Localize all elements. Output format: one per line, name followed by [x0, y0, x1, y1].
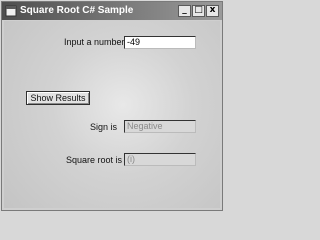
number-input[interactable]: -49 — [124, 36, 196, 49]
app-icon — [5, 5, 17, 17]
show-results-button[interactable]: Show Results — [26, 91, 90, 105]
title-bar[interactable]: Square Root C# Sample _ □ x — [2, 2, 222, 20]
window-title: Square Root C# Sample — [20, 5, 134, 16]
sign-output: Negative — [124, 120, 196, 133]
form-client-area: Input a number -49 Show Results Sign is … — [4, 21, 220, 208]
window-controls: _ □ x — [178, 5, 219, 17]
sign-label: Sign is — [90, 122, 118, 132]
close-button[interactable]: x — [206, 5, 219, 17]
app-window: Square Root C# Sample _ □ x Input a numb… — [1, 1, 223, 211]
input-number-label: Input a number — [64, 37, 125, 47]
maximize-button[interactable]: □ — [192, 5, 205, 17]
minimize-button[interactable]: _ — [178, 5, 191, 17]
square-root-output: (i) — [124, 153, 196, 166]
square-root-label: Square root is — [66, 155, 123, 165]
